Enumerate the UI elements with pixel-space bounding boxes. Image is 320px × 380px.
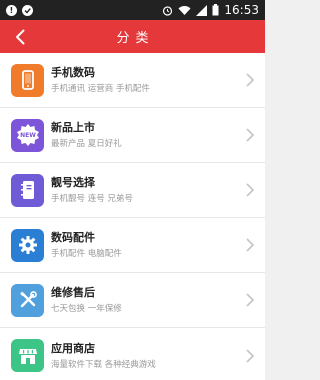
category-icon-box: NEW bbox=[11, 118, 44, 152]
category-icon-box bbox=[11, 228, 44, 262]
category-item-lucky-numbers[interactable]: 靓号选择 手机靓号 连号 兄弟号 bbox=[0, 163, 265, 218]
category-item-app-store[interactable]: 应用商店 海量软件下载 各种经典游戏 bbox=[0, 328, 265, 380]
notebook-icon bbox=[20, 181, 34, 199]
category-icon-box bbox=[11, 63, 44, 97]
chevron-right-icon bbox=[246, 348, 255, 363]
category-subtitle: 手机配件 电脑配件 bbox=[51, 249, 122, 259]
category-icon-box bbox=[11, 283, 44, 317]
chevron-right-icon bbox=[246, 183, 255, 197]
category-item-repair[interactable]: 维修售后 七天包换 一年保修 bbox=[0, 273, 265, 328]
chevron-right-icon bbox=[246, 73, 255, 87]
back-button[interactable] bbox=[8, 20, 32, 53]
alarm-icon bbox=[162, 5, 173, 16]
category-list: 手机数码 手机通讯 运营商 手机配件 NEW 新品上市 最新产品 夏日好礼 靓号… bbox=[0, 53, 265, 380]
category-title: 新品上市 bbox=[51, 121, 95, 134]
category-subtitle: 手机通讯 运营商 手机配件 bbox=[51, 84, 150, 94]
chevron-right-icon bbox=[246, 238, 255, 252]
category-subtitle: 海量软件下载 各种经典游戏 bbox=[51, 359, 156, 370]
chevron-right-icon bbox=[246, 128, 255, 142]
category-title: 手机数码 bbox=[51, 66, 95, 79]
chevron-right-icon bbox=[246, 293, 255, 307]
category-item-phones[interactable]: 手机数码 手机通讯 运营商 手机配件 bbox=[0, 53, 265, 108]
gear-icon bbox=[18, 236, 37, 254]
new-badge-icon: NEW bbox=[16, 124, 39, 146]
back-arrow-icon bbox=[16, 29, 25, 44]
category-icon-box bbox=[11, 339, 44, 372]
svg-text:NEW: NEW bbox=[20, 132, 36, 139]
battery-icon bbox=[212, 4, 219, 16]
category-icon-box bbox=[11, 173, 44, 207]
category-title: 维修售后 bbox=[51, 286, 95, 299]
notification-icon: ! bbox=[6, 4, 17, 16]
store-icon bbox=[18, 348, 37, 364]
category-item-accessories[interactable]: 数码配件 手机配件 电脑配件 bbox=[0, 218, 265, 273]
signal-icon bbox=[196, 4, 208, 16]
category-title: 数码配件 bbox=[51, 231, 95, 244]
check-icon bbox=[22, 4, 33, 16]
category-title: 靓号选择 bbox=[51, 176, 95, 189]
category-subtitle: 手机靓号 连号 兄弟号 bbox=[51, 194, 133, 204]
category-subtitle: 最新产品 夏日好礼 bbox=[51, 139, 122, 149]
wifi-icon bbox=[178, 5, 191, 16]
status-bar: ! 16:53 bbox=[0, 0, 265, 20]
phone-icon bbox=[21, 70, 34, 90]
header-bar: 分类 bbox=[0, 20, 265, 53]
category-item-new-arrivals[interactable]: NEW 新品上市 最新产品 夏日好礼 bbox=[0, 108, 265, 163]
category-subtitle: 七天包换 一年保修 bbox=[51, 304, 122, 314]
clock: 16:53 bbox=[224, 3, 259, 17]
tools-icon bbox=[19, 291, 37, 308]
category-title: 应用商店 bbox=[51, 341, 95, 355]
page-title: 分类 bbox=[116, 31, 155, 46]
